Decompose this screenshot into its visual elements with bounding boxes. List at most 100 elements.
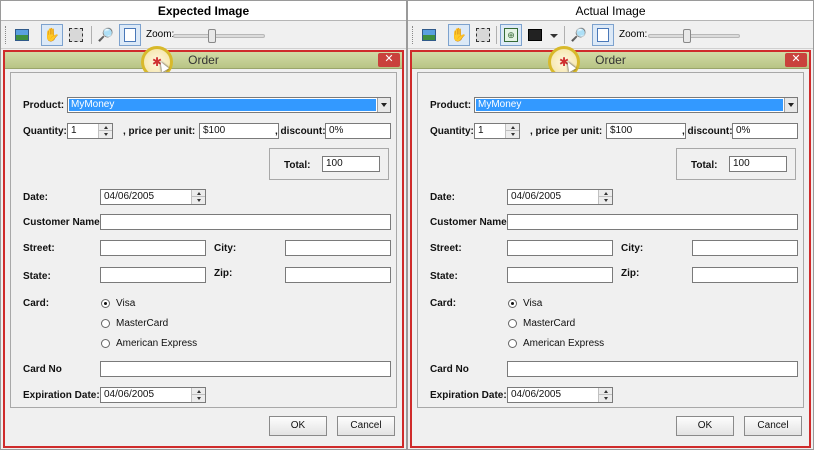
customer-name-field[interactable]	[507, 214, 798, 230]
chevron-down-icon[interactable]	[377, 98, 390, 112]
page-icon[interactable]	[592, 24, 614, 46]
quantity-spin-buttons[interactable]	[505, 124, 519, 138]
hand-icon[interactable]: ✋	[41, 24, 63, 46]
radio-visa-label[interactable]: Visa	[116, 298, 135, 309]
expiration-date-label: Expiration Date:	[23, 390, 100, 401]
ok-button[interactable]: OK	[676, 416, 734, 436]
product-label: Product:	[430, 100, 472, 111]
expiration-date-label: Expiration Date:	[430, 390, 507, 401]
price-label: , price per unit:	[530, 126, 603, 137]
expiration-date-picker[interactable]: 04/06/2005	[100, 387, 206, 403]
quantity-stepper[interactable]: 1	[67, 123, 113, 139]
radio-mastercard-label[interactable]: MasterCard	[523, 318, 575, 329]
radio-amex[interactable]	[101, 339, 110, 348]
total-field[interactable]: 100	[322, 156, 380, 172]
magnifier-icon[interactable]: 🔎	[95, 24, 117, 46]
expiration-date-picker[interactable]: 04/06/2005	[507, 387, 613, 403]
close-button[interactable]: ✕	[785, 53, 807, 67]
expiration-date-value: 04/06/2005	[511, 389, 562, 400]
zip-field[interactable]	[692, 267, 798, 283]
radio-mastercard[interactable]	[101, 319, 110, 328]
price-field[interactable]: $100	[606, 123, 686, 139]
date-label: Date:	[23, 192, 49, 203]
quantity-stepper[interactable]: 1	[474, 123, 520, 139]
city-field[interactable]	[285, 240, 391, 256]
image-icon[interactable]	[418, 24, 440, 46]
street-field[interactable]	[507, 240, 613, 256]
image-icon[interactable]	[11, 24, 33, 46]
toolbar-separator	[496, 26, 497, 44]
chevron-down-icon[interactable]	[550, 34, 558, 38]
toolbar: ✋ ⊕ 🔎 Zoom:	[408, 21, 813, 49]
radio-mastercard-label[interactable]: MasterCard	[116, 318, 168, 329]
discount-field[interactable]: 0%	[325, 123, 391, 139]
select-icon[interactable]	[472, 24, 494, 46]
street-label: Street:	[23, 243, 55, 254]
product-label: Product:	[23, 100, 65, 111]
discount-field[interactable]: 0%	[732, 123, 798, 139]
ok-button[interactable]: OK	[269, 416, 327, 436]
product-combobox[interactable]: MyMoney	[474, 97, 798, 113]
form-body: Product: MyMoney Quantity: 1 , price per…	[10, 72, 397, 408]
zoom-slider-thumb[interactable]	[683, 29, 691, 43]
dialog-title: Order	[188, 53, 219, 67]
cancel-button[interactable]: Cancel	[744, 416, 802, 436]
radio-amex-label[interactable]: American Express	[523, 338, 604, 349]
card-no-label: Card No	[23, 364, 62, 375]
close-button[interactable]: ✕	[378, 53, 400, 67]
magnifier-icon[interactable]: 🔎	[568, 24, 590, 46]
fit-icon[interactable]: ⊕	[500, 24, 522, 46]
card-label: Card:	[23, 298, 50, 309]
zip-label: Zip:	[214, 268, 233, 279]
street-label: Street:	[430, 243, 462, 254]
cancel-button[interactable]: Cancel	[337, 416, 395, 436]
chevron-down-icon[interactable]	[784, 98, 797, 112]
customer-name-label: Customer Name:	[23, 217, 104, 228]
order-dialog: Order ✱ ✕ Product: MyMoney Quantity: 1 ,…	[3, 46, 404, 448]
date-picker[interactable]: 04/06/2005	[100, 189, 206, 205]
expiration-spin-buttons[interactable]	[598, 388, 612, 402]
state-field[interactable]	[100, 267, 206, 283]
card-no-field[interactable]	[507, 361, 798, 377]
date-spin-buttons[interactable]	[191, 190, 205, 204]
radio-visa-label[interactable]: Visa	[523, 298, 542, 309]
total-field[interactable]: 100	[729, 156, 787, 172]
quantity-label: Quantity:	[430, 126, 474, 137]
city-label: City:	[214, 243, 237, 254]
discount-label: , discount:	[275, 126, 326, 137]
toolbar-grip	[412, 26, 415, 44]
city-field[interactable]	[692, 240, 798, 256]
zip-field[interactable]	[285, 267, 391, 283]
product-selected-value: MyMoney	[69, 99, 376, 111]
card-no-field[interactable]	[100, 361, 391, 377]
radio-visa[interactable]	[508, 299, 517, 308]
panel-header: Expected Image	[1, 1, 406, 21]
state-field[interactable]	[507, 267, 613, 283]
product-combobox[interactable]: MyMoney	[67, 97, 391, 113]
quantity-spin-buttons[interactable]	[98, 124, 112, 138]
dark-icon[interactable]	[524, 24, 546, 46]
radio-amex[interactable]	[508, 339, 517, 348]
zoom-slider[interactable]	[173, 29, 265, 43]
price-field[interactable]: $100	[199, 123, 279, 139]
customer-name-field[interactable]	[100, 214, 391, 230]
page-icon[interactable]	[119, 24, 141, 46]
actual-panel: Actual Image ✋ ⊕ 🔎 Zoom: Order ✱ ✕ Produ…	[407, 0, 814, 450]
street-field[interactable]	[100, 240, 206, 256]
hand-icon[interactable]: ✋	[448, 24, 470, 46]
total-group: Total: 100	[269, 148, 389, 180]
radio-amex-label[interactable]: American Express	[116, 338, 197, 349]
expected-panel: Expected Image ✋ 🔎 Zoom: Order ✱ ✕ Produ…	[0, 0, 407, 450]
zip-label: Zip:	[621, 268, 640, 279]
state-label: State:	[23, 271, 51, 282]
date-picker[interactable]: 04/06/2005	[507, 189, 613, 205]
toolbar-separator	[91, 26, 92, 44]
zoom-slider-thumb[interactable]	[208, 29, 216, 43]
select-icon[interactable]	[65, 24, 87, 46]
radio-mastercard[interactable]	[508, 319, 517, 328]
date-value: 04/06/2005	[104, 191, 155, 202]
radio-visa[interactable]	[101, 299, 110, 308]
expiration-spin-buttons[interactable]	[191, 388, 205, 402]
zoom-slider[interactable]	[648, 29, 740, 43]
date-spin-buttons[interactable]	[598, 190, 612, 204]
